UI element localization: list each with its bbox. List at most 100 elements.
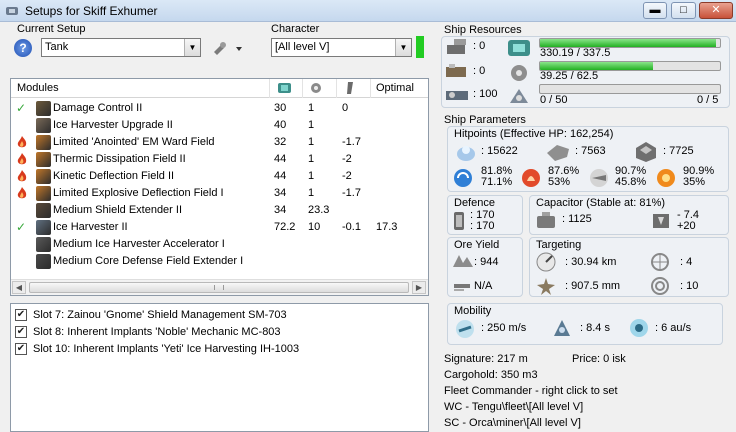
explosive-resist-icon — [657, 169, 675, 187]
ore-yield-label: Ore Yield — [454, 239, 500, 251]
implant-checkbox[interactable]: ✔ — [15, 326, 27, 338]
mobility-group: Mobility : 250 m/s : 8.4 s : 6 au/s — [447, 303, 723, 345]
module-c4-value: 17.3 — [376, 221, 398, 233]
overheat-flame-icon — [16, 170, 28, 182]
module-c2-value: 1 — [308, 153, 315, 165]
module-name: Ice Harvester Upgrade II — [53, 119, 173, 131]
maximize-button[interactable]: □ — [671, 2, 696, 19]
module-row[interactable]: Medium Shield Extender II 34 23.3 — [12, 202, 427, 219]
cpu-value: 330.19 / 337.5 — [540, 47, 611, 59]
module-row[interactable]: Thermic Dissipation Field II 44 1 -2 — [12, 151, 427, 168]
scrollbar-thumb[interactable] — [29, 282, 409, 293]
app-icon — [6, 7, 18, 15]
module-c1-value: 44 — [274, 153, 287, 165]
setup-select[interactable]: Tank ▼ — [41, 38, 201, 57]
module-icon — [36, 237, 51, 252]
module-name: Limited 'Anointed' EM Ward Field — [53, 136, 215, 148]
module-row[interactable]: Ice Harvester Upgrade II 40 1 — [12, 117, 427, 134]
implant-checkbox[interactable]: ✔ — [15, 343, 27, 355]
module-c1-value: 32 — [274, 136, 287, 148]
module-icon — [36, 220, 51, 235]
sensor-strength-icon — [651, 277, 669, 295]
module-row[interactable]: ✓ Damage Control II 30 1 0 — [12, 100, 427, 117]
targeting-range-icon — [536, 252, 556, 272]
module-c1-value: 34 — [274, 187, 287, 199]
character-label: Character — [271, 23, 320, 35]
targeting-range-value: : 30.94 km — [565, 256, 617, 268]
align-time-icon — [554, 320, 570, 336]
module-row[interactable]: Limited Explosive Deflection Field I 34 1 -… — [12, 185, 427, 202]
module-c3-value: -0.1 — [342, 221, 361, 233]
minimize-button[interactable]: ▬ — [643, 2, 667, 19]
current-setup-label: Current Setup — [17, 23, 86, 35]
thermal-resist-icon — [522, 169, 540, 187]
module-icon — [36, 186, 51, 201]
powergrid-column-icon[interactable] — [309, 81, 324, 95]
module-c3-value: 0 — [342, 102, 349, 114]
module-c1-value: 30 — [274, 102, 287, 114]
character-select-value: [All level V] — [275, 41, 330, 53]
squad-commander-text[interactable]: SC - Orca\miner\[All level V] — [444, 417, 581, 429]
ore-yield-group: Ore Yield : 944 N/A — [447, 237, 523, 297]
cpu-column-icon[interactable] — [277, 81, 292, 95]
drone-bar — [539, 84, 721, 94]
scroll-left-icon[interactable]: ◀ — [12, 281, 26, 294]
powergrid-bar-fill — [540, 62, 654, 70]
implant-checkbox[interactable]: ✔ — [15, 309, 27, 321]
optimal-column-header[interactable]: Optimal — [376, 82, 414, 94]
launcher-slots-value: : 0 — [473, 65, 486, 77]
scan-resolution-value: : 907.5 mm — [565, 280, 621, 292]
help-icon[interactable]: ? — [14, 39, 32, 57]
warp-speed-value: : 6 au/s — [655, 322, 692, 334]
em-resist-b: 71.1% — [481, 176, 513, 188]
window-title: Setups for Skiff Exhumer — [25, 4, 158, 18]
character-status-indicator — [416, 36, 424, 58]
module-icon — [36, 135, 51, 150]
module-row[interactable]: ✓ Ice Harvester II 72.2 10 -0.1 17.3 — [12, 219, 427, 236]
module-name: Thermic Dissipation Field II — [53, 153, 186, 165]
cargohold-text: Cargohold: 350 m3 — [444, 369, 538, 381]
implant-label: Slot 7: Zainou 'Gnome' Shield Management… — [33, 309, 287, 321]
module-name: Medium Core Defense Field Extender I — [53, 255, 244, 267]
module-icon — [36, 118, 51, 133]
module-row[interactable]: Medium Ice Harvester Accelerator I — [12, 236, 427, 253]
setup-tools-button[interactable] — [208, 39, 248, 57]
chevron-down-icon[interactable]: ▼ — [395, 39, 411, 56]
module-icon — [36, 254, 51, 269]
module-row[interactable]: Limited 'Anointed' EM Ward Field 32 1 -1.7 — [12, 134, 427, 151]
thermal-resist-b: 53% — [548, 176, 571, 188]
ship-resources-group: : 0 : 0 : 100 330.19 / 337.5 39.25 / 62.… — [441, 36, 730, 108]
character-select[interactable]: [All level V] ▼ — [271, 38, 412, 57]
targeting-group: Targeting : 30.94 km : 4 : 907.5 mm : 10 — [529, 237, 729, 297]
close-button[interactable]: ✕ — [699, 2, 733, 19]
sensor-strength-value: : 10 — [680, 280, 699, 292]
capacitor-icon — [537, 212, 555, 228]
module-row[interactable]: Medium Core Defense Field Extender I — [12, 253, 427, 270]
module-c2-value: 10 — [308, 221, 321, 233]
modules-column-header[interactable]: Modules — [17, 82, 59, 94]
shield-hp-value: : 15622 — [481, 145, 518, 157]
modules-horizontal-scrollbar[interactable]: ◀ ▶ — [11, 279, 428, 295]
mobility-label: Mobility — [454, 305, 492, 317]
turret-hardpoint-icon — [447, 39, 466, 54]
armor-hp-value: : 7563 — [575, 145, 606, 157]
capacitor-column-icon[interactable] — [343, 81, 358, 95]
module-c3-value: -1.7 — [342, 187, 361, 199]
module-c3-value: -1.7 — [342, 136, 361, 148]
armor-icon — [547, 145, 569, 161]
scroll-right-icon[interactable]: ▶ — [412, 281, 426, 294]
ore-yield-value-b: N/A — [474, 280, 493, 292]
wing-commander-text[interactable]: WC - Tengu\fleet\[All level V] — [444, 401, 583, 413]
implants-panel — [10, 303, 429, 432]
fleet-commander-text[interactable]: Fleet Commander - right click to set — [444, 385, 618, 397]
modules-header: Modules Optimal — [11, 79, 428, 98]
implant-label: Slot 10: Inherent Implants 'Yeti' Ice Ha… — [33, 343, 300, 355]
defence-icon — [454, 212, 464, 230]
overheat-flame-icon — [16, 187, 28, 199]
targeting-label: Targeting — [536, 239, 582, 251]
warp-speed-icon — [630, 319, 648, 337]
capacitor-delta-b: +20 — [677, 220, 696, 232]
chevron-down-icon[interactable]: ▼ — [184, 39, 200, 56]
module-row[interactable]: Kinetic Deflection Field II 44 1 -2 — [12, 168, 427, 185]
ship-parameters-label: Ship Parameters — [444, 114, 526, 126]
